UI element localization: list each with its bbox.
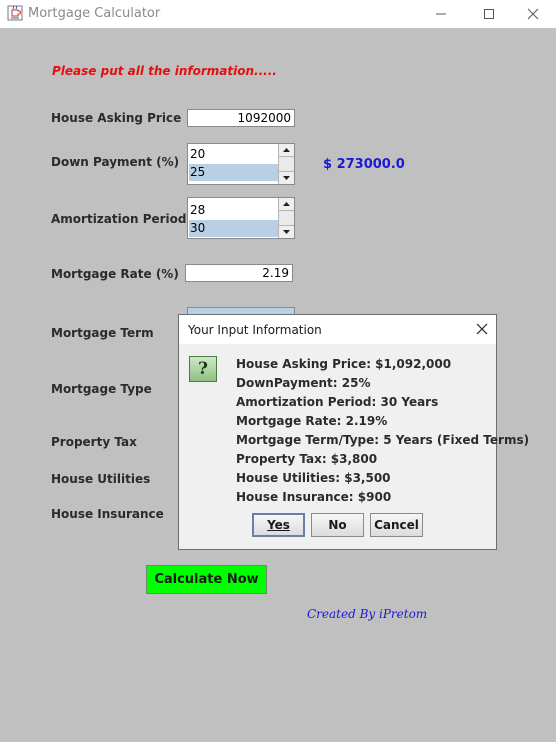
yes-button-label: Yes xyxy=(267,518,290,532)
dialog-titlebar: Your Input Information xyxy=(179,315,496,344)
property-tax-label: Property Tax xyxy=(51,435,137,449)
down-payment-amount: $ 273000.0 xyxy=(323,157,405,172)
amortization-list[interactable]: 28 30 xyxy=(187,197,295,239)
credit-text: Created By iPretom xyxy=(307,607,428,621)
list-item[interactable]: 20 xyxy=(189,146,279,163)
down-payment-list[interactable]: 20 25 xyxy=(187,143,295,185)
dialog-title: Your Input Information xyxy=(188,323,322,337)
minimize-button[interactable] xyxy=(418,0,464,28)
window-titlebar: Mortgage Calculator xyxy=(0,0,556,28)
cancel-button[interactable]: Cancel xyxy=(370,513,423,537)
scrollbar[interactable] xyxy=(278,144,294,184)
info-line: House Utilities: $3,500 xyxy=(236,471,391,485)
list-item-selected[interactable]: 25 xyxy=(189,164,279,181)
close-button[interactable] xyxy=(510,0,556,28)
scroll-up-arrow-icon[interactable] xyxy=(279,144,294,157)
scroll-down-arrow-icon[interactable] xyxy=(279,225,294,238)
yes-button[interactable]: Yes xyxy=(252,513,305,537)
down-payment-label: Down Payment (%) xyxy=(51,155,180,169)
info-line: Amortization Period: 30 Years xyxy=(236,395,439,409)
info-line: Mortgage Rate: 2.19% xyxy=(236,414,388,428)
house-price-label: House Asking Price xyxy=(51,111,182,125)
mortgage-rate-label: Mortgage Rate (%) xyxy=(51,267,179,281)
window-title: Mortgage Calculator xyxy=(28,6,161,21)
instruction-text: Please put all the information..... xyxy=(52,64,277,78)
minimize-icon xyxy=(436,13,446,15)
info-line: House Insurance: $900 xyxy=(236,490,392,504)
close-icon xyxy=(527,8,539,20)
house-insurance-label: House Insurance xyxy=(51,507,164,521)
scroll-down-arrow-icon[interactable] xyxy=(279,171,294,184)
info-line: Property Tax: $3,800 xyxy=(236,452,378,466)
input-info-dialog: Your Input Information ? House Asking Pr… xyxy=(178,314,529,550)
info-line: DownPayment: 25% xyxy=(236,376,371,390)
info-line: House Asking Price: $1,092,000 xyxy=(236,357,452,371)
mortgage-type-label: Mortgage Type xyxy=(51,382,152,396)
question-icon: ? xyxy=(189,356,217,382)
cancel-button-label: Cancel xyxy=(374,518,419,532)
calculate-now-button[interactable]: Calculate Now xyxy=(146,565,267,594)
scrollbar[interactable] xyxy=(278,198,294,238)
close-icon[interactable] xyxy=(474,321,490,337)
amortization-label: Amortization Period xyxy=(51,212,187,226)
java-coffee-cup-icon xyxy=(7,5,23,21)
list-item[interactable]: 28 xyxy=(189,202,279,219)
no-button[interactable]: No xyxy=(311,513,364,537)
list-item-selected[interactable]: 30 xyxy=(189,220,279,237)
maximize-button[interactable] xyxy=(466,0,512,28)
mortgage-term-label: Mortgage Term xyxy=(51,326,154,340)
house-utilities-label: House Utilities xyxy=(51,472,151,486)
info-line: Mortgage Term/Type: 5 Years (Fixed Terms… xyxy=(236,433,530,447)
mortgage-rate-input[interactable]: 2.19 xyxy=(185,264,293,282)
house-price-input[interactable]: 1092000 xyxy=(187,109,295,127)
scroll-up-arrow-icon[interactable] xyxy=(279,198,294,211)
maximize-icon xyxy=(484,9,494,19)
no-button-label: No xyxy=(328,518,347,532)
